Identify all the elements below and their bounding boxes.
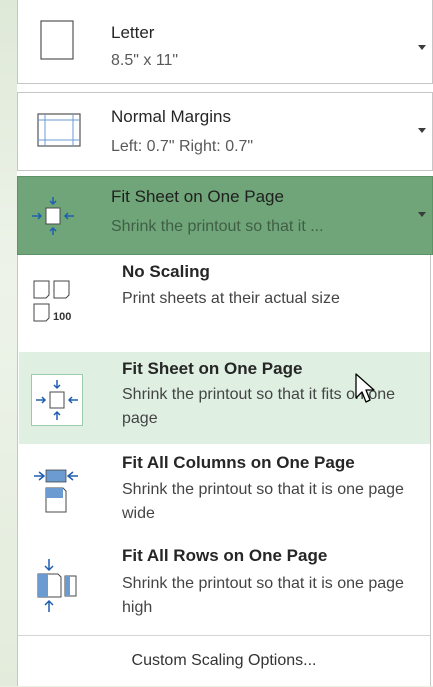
mouse-pointer-icon bbox=[355, 373, 375, 403]
paper-size-title: Letter bbox=[111, 23, 155, 42]
chevron-down-icon bbox=[418, 212, 426, 217]
menu-item-title: Fit Sheet on One Page bbox=[122, 359, 303, 378]
chevron-down-icon bbox=[418, 45, 426, 50]
menu-item-title: Fit All Columns on One Page bbox=[122, 453, 355, 472]
menu-item-title: Fit All Rows on One Page bbox=[122, 546, 328, 565]
fit-columns-icon bbox=[34, 469, 78, 513]
margins-icon bbox=[37, 113, 81, 147]
no-scaling-badge: 100 bbox=[53, 311, 71, 323]
margins-subtitle: Left: 0.7" Right: 0.7" bbox=[111, 138, 254, 155]
fit-sheet-icon bbox=[32, 197, 74, 235]
custom-scaling-options-button[interactable]: Custom Scaling Options... bbox=[18, 635, 430, 687]
margins-title: Normal Margins bbox=[111, 107, 231, 126]
menu-item-fit-rows[interactable]: Fit All Rows on One Page Shrink the prin… bbox=[19, 542, 430, 635]
fit-rows-icon bbox=[37, 559, 77, 612]
scaling-menu: 100 No Scaling Print sheets at their act… bbox=[17, 255, 431, 686]
margins-dropdown[interactable]: Normal Margins Left: 0.7" Right: 0.7" bbox=[17, 92, 433, 171]
menu-item-no-scaling[interactable]: 100 No Scaling Print sheets at their act… bbox=[19, 255, 430, 357]
paper-size-subtitle: 8.5" x 11" bbox=[111, 52, 179, 69]
paper-icon bbox=[40, 20, 74, 60]
no-scaling-icon: 100 bbox=[33, 280, 71, 323]
scaling-subtitle: Shrink the printout so that it ... bbox=[111, 218, 324, 235]
menu-item-description: Shrink the printout so that it is one pa… bbox=[122, 481, 404, 522]
fit-sheet-icon bbox=[31, 374, 83, 426]
chevron-down-icon bbox=[418, 128, 426, 133]
menu-item-fit-columns[interactable]: Fit All Columns on One Page Shrink the p… bbox=[19, 447, 430, 542]
paper-size-dropdown[interactable]: Letter 8.5" x 11" bbox=[17, 0, 433, 84]
menu-item-description: Print sheets at their actual size bbox=[122, 290, 340, 307]
scaling-title: Fit Sheet on One Page bbox=[111, 187, 284, 206]
menu-item-title: No Scaling bbox=[122, 262, 210, 281]
scaling-dropdown[interactable]: Fit Sheet on One Page Shrink the printou… bbox=[17, 176, 433, 255]
menu-item-description: Shrink the printout so that it is one pa… bbox=[122, 575, 404, 616]
